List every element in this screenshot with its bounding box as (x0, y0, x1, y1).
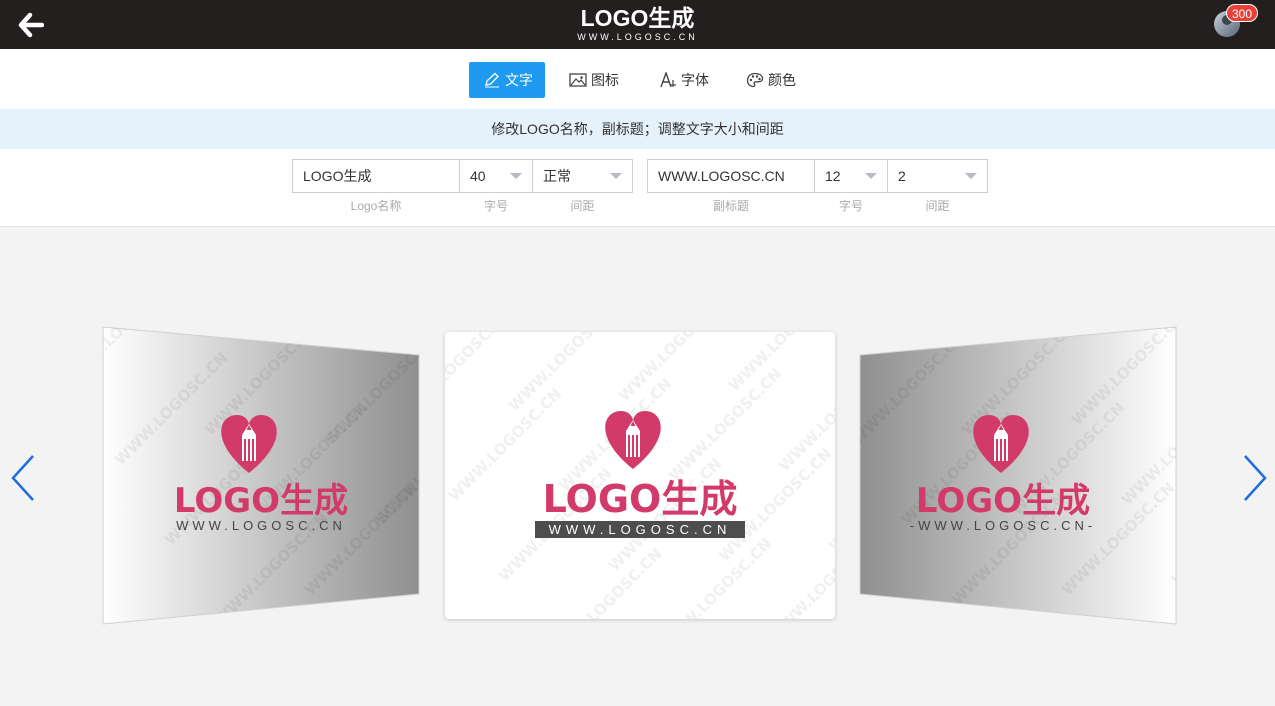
heart-pencil-logo-icon (605, 411, 661, 469)
logo-name-label: Logo名称 (350, 199, 402, 213)
text-settings-form: LOGO生成 40 正常 WWW.LOGOSC.CN 12 2 Logo名称 字… (0, 149, 1275, 227)
top-bar: LOGO生成 WWW.LOGOSC.CN 300 (0, 0, 1275, 49)
image-icon (569, 73, 587, 87)
pencil-icon (485, 72, 499, 88)
logo-url: WWW.LOGOSC.CN (549, 522, 732, 537)
brand-logo: LOGO生成 WWW.LOGOSC.CN (0, 5, 1275, 42)
subtitle-spacing-select[interactable]: 2 (887, 159, 988, 193)
logo-name-size-select[interactable]: 40 (459, 159, 533, 193)
subtitle-size-select[interactable]: 12 (814, 159, 888, 193)
chevron-down-icon (510, 173, 522, 179)
logo-name-spacing-label: 间距 (570, 199, 595, 213)
tab-icon-label: 图标 (591, 72, 619, 88)
logo-name-size-value: 40 (470, 168, 486, 184)
font-icon (660, 72, 676, 88)
logo-name-input[interactable]: LOGO生成 (292, 159, 460, 193)
subtitle-input[interactable]: WWW.LOGOSC.CN (647, 159, 815, 193)
subtitle-label: 副标题 (712, 199, 749, 213)
subtitle-spacing-value: 2 (898, 168, 906, 184)
brand-subtitle: WWW.LOGOSC.CN (577, 32, 698, 42)
subtitle-value: WWW.LOGOSC.CN (658, 168, 785, 184)
tab-text-label: 文字 (505, 72, 533, 88)
hint-bar: 修改LOGO名称，副标题；调整文字大小和间距 (0, 109, 1275, 149)
logo-wordmark: LOGO生成 (916, 481, 1090, 521)
preview-card-center[interactable]: WWW.LOGOSC.CN WWW.LOGOSC.CN WWW.LOGOSC.C… (445, 332, 835, 619)
logo-url: WWW.LOGOSC.CN (176, 518, 346, 533)
logo-wordmark: LOGO生成 (174, 481, 348, 521)
tab-font[interactable]: 字体 (659, 62, 719, 98)
logo-name-size-label: 字号 (483, 199, 508, 213)
chevron-down-icon (610, 173, 622, 179)
credits-badge: 300 (1226, 4, 1258, 22)
prev-arrow-icon[interactable] (8, 453, 38, 503)
subtitle-size-value: 12 (825, 168, 841, 184)
chevron-down-icon (865, 173, 877, 179)
logo-url: -WWW.LOGOSC.CN- (910, 518, 1096, 533)
tab-font-label: 字体 (681, 72, 709, 88)
subtitle-spacing-label: 间距 (925, 199, 950, 213)
logo-name-value: LOGO生成 (303, 168, 372, 184)
next-arrow-icon[interactable] (1240, 453, 1270, 503)
logo-wordmark: LOGO生成 (543, 477, 738, 521)
subtitle-size-label: 字号 (838, 199, 863, 213)
tab-color-label: 颜色 (768, 72, 796, 88)
logo-name-spacing-value: 正常 (543, 168, 571, 184)
tab-text[interactable]: 文字 (469, 62, 545, 98)
tab-color[interactable]: 颜色 (746, 62, 806, 98)
brand-title: LOGO生成 (580, 5, 695, 31)
chevron-down-icon (965, 173, 977, 179)
preview-card-right[interactable]: WWW.LOGOSC.CN WWW.LOGOSC.CN WWW.LOGOSC.C… (858, 326, 1178, 626)
preview-carousel: WWW.LOGOSC.CN WWW.LOGOSC.CN WWW.LOGOSC.C… (0, 227, 1275, 706)
preview-card-left[interactable]: WWW.LOGOSC.CN WWW.LOGOSC.CN WWW.LOGOSC.C… (101, 326, 421, 626)
tab-icon[interactable]: 图标 (569, 62, 629, 98)
palette-icon (746, 73, 764, 88)
logo-name-spacing-select[interactable]: 正常 (532, 159, 633, 193)
tabs-bar: 文字 图标 字体 颜色 (0, 49, 1275, 109)
